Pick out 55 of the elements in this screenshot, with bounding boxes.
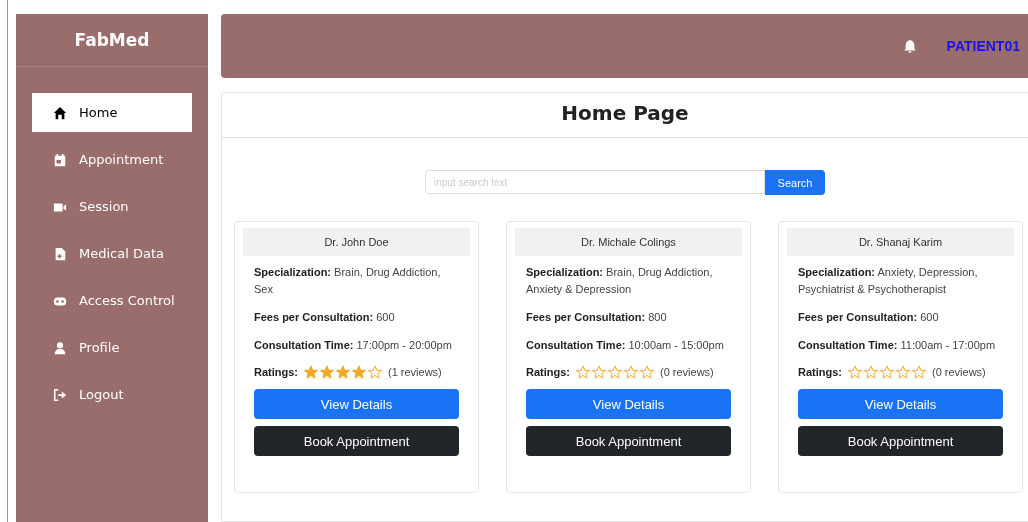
sidebar-item[interactable]: Appointment: [16, 140, 192, 179]
book-appointment-button[interactable]: Book Appointment: [798, 426, 1003, 456]
notification-bell-icon[interactable]: [902, 39, 917, 53]
star-icon: [320, 365, 334, 379]
sidebar-item[interactable]: Medical Data: [16, 234, 192, 273]
star-icon: [368, 365, 382, 379]
book-appointment-button[interactable]: Book Appointment: [526, 426, 731, 456]
star-icon: [880, 365, 894, 379]
book-appointment-button[interactable]: Book Appointment: [254, 426, 459, 456]
file-icon: [53, 246, 67, 261]
user-icon: [53, 340, 67, 355]
star-icon: [896, 365, 910, 379]
calendar-icon: [53, 152, 67, 167]
doctor-name: Dr. John Doe: [243, 228, 470, 256]
page-title: Home Page: [222, 93, 1028, 138]
star-icon: [864, 365, 878, 379]
fees-text: Fees per Consultation: 600: [254, 310, 396, 325]
view-details-button[interactable]: View Details: [526, 389, 731, 419]
sidebar-item[interactable]: Access Control: [16, 281, 192, 320]
consultation-time-text: Consultation Time: 10:00am - 15:00pm: [526, 338, 725, 353]
fees-text: Fees per Consultation: 600: [798, 310, 940, 325]
star-icon: [352, 365, 366, 379]
specialization-text: Specialization: Brain, Drug Addiction, Sex: [254, 265, 442, 297]
star-icon: [592, 365, 606, 379]
star-icon: [848, 365, 862, 379]
sidebar-item[interactable]: Logout: [16, 375, 192, 414]
brand-name: FabMed: [16, 14, 208, 67]
sidebar-item[interactable]: Session: [16, 187, 192, 226]
star-icon: [624, 365, 638, 379]
view-details-button[interactable]: View Details: [798, 389, 1003, 419]
ratings-label: Ratings:: [254, 366, 298, 378]
reviews-count: (1 reviews): [388, 366, 442, 378]
home-icon: [53, 105, 67, 120]
reviews-count: (0 reviews): [660, 366, 714, 378]
view-details-button[interactable]: View Details: [254, 389, 459, 419]
doctor-name: Dr. Michale Colings: [515, 228, 742, 256]
search-button[interactable]: Search: [765, 170, 825, 195]
reviews-count: (0 reviews): [932, 366, 986, 378]
ratings-label: Ratings:: [526, 366, 570, 378]
specialization-text: Specialization: Anxiety, Depression, Psychiatrist & Psychotherapist: [798, 265, 979, 297]
star-icon: [912, 365, 926, 379]
star-icon: [304, 365, 318, 379]
consultation-time-text: Consultation Time: 11:00am - 17:00pm: [798, 338, 997, 353]
sidebar-item[interactable]: Home: [32, 93, 192, 132]
star-icon: [576, 365, 590, 379]
logout-icon: [53, 387, 67, 402]
consultation-time-text: Consultation Time: 17:00pm - 20:00pm: [254, 338, 453, 353]
fees-text: Fees per Consultation: 800: [526, 310, 668, 325]
doctor-name: Dr. Shanaj Karim: [787, 228, 1014, 256]
specialization-text: Specialization: Brain, Drug Addiction, Anxiety & Depression: [526, 265, 714, 297]
sidebar-item[interactable]: Profile: [16, 328, 192, 367]
star-icon: [640, 365, 654, 379]
ratings-label: Ratings:: [798, 366, 842, 378]
star-icon: [608, 365, 622, 379]
star-icon: [336, 365, 350, 379]
